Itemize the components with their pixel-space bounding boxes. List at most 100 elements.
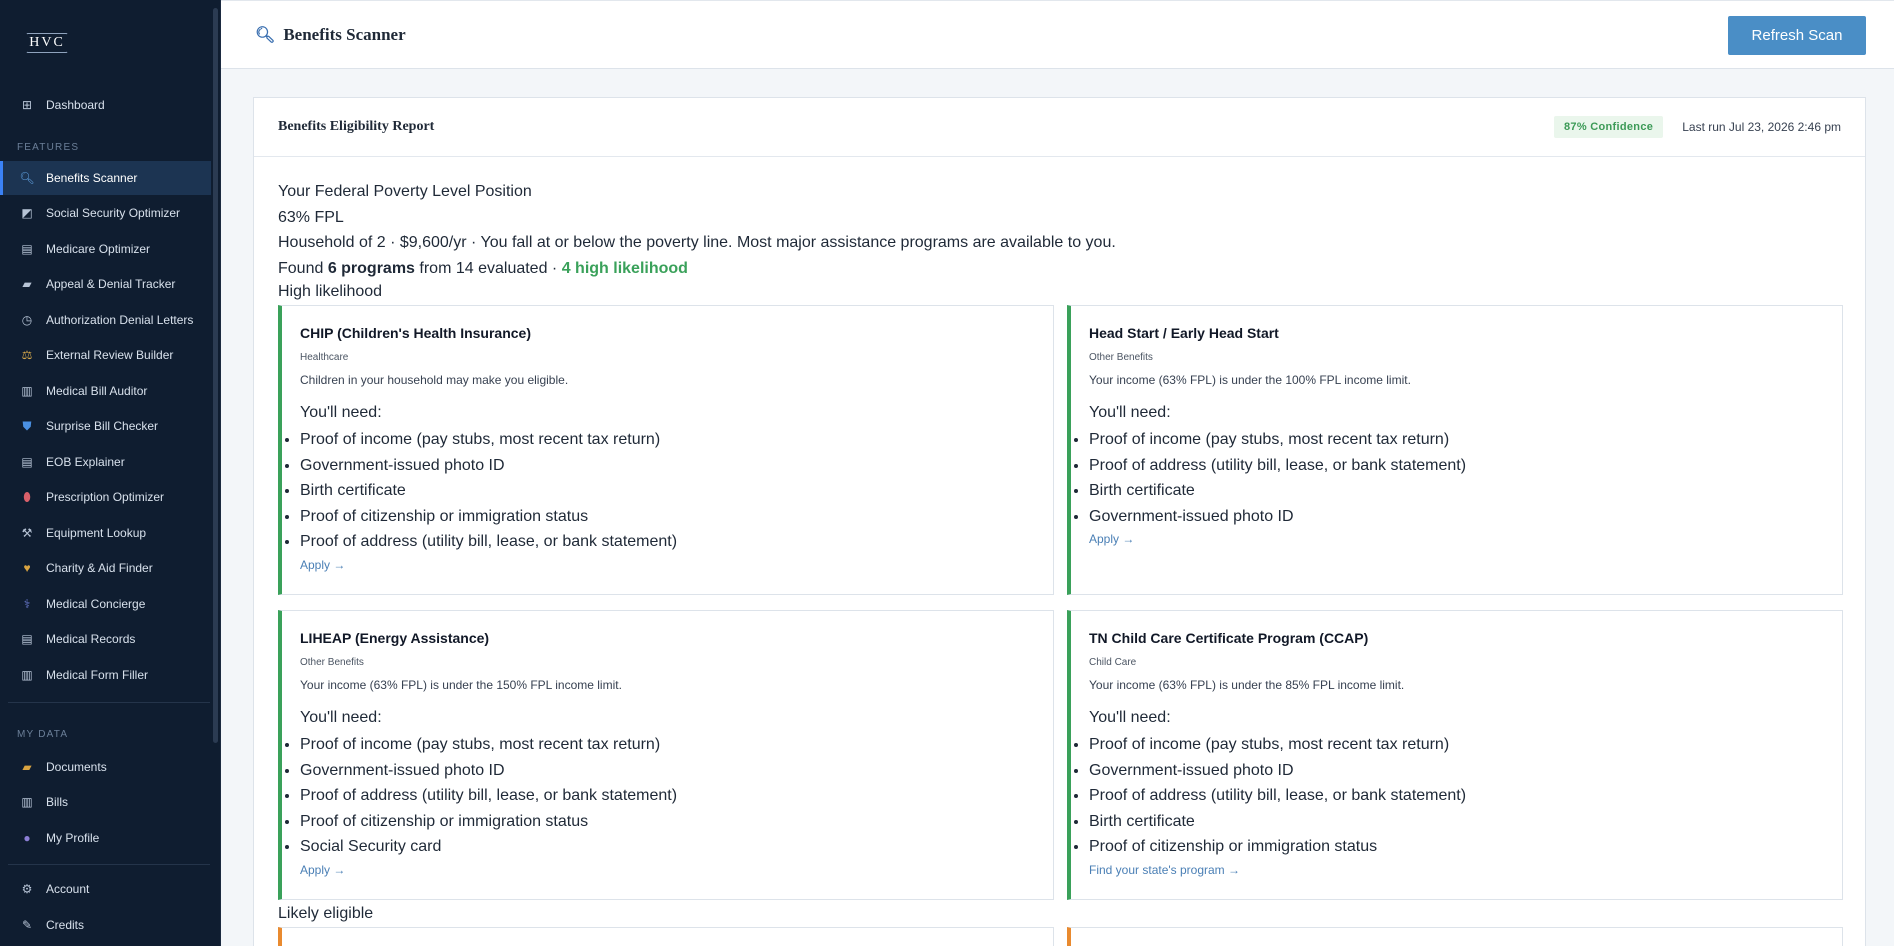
list-item: Proof of income (pay stubs, most recent … bbox=[1089, 732, 1466, 758]
requirements-label: You'll need: bbox=[300, 404, 382, 421]
sidebar-item-label: Appeal & Denial Tracker bbox=[46, 277, 176, 291]
fpl-heading: Your Federal Poverty Level Position bbox=[278, 183, 532, 200]
requirements-list: Proof of income (pay stubs, most recent … bbox=[300, 427, 677, 555]
sidebar-item-external-review-builder[interactable]: ⚖ External Review Builder bbox=[0, 338, 211, 372]
program-title: TN Child Care Certificate Program (CCAP) bbox=[1089, 630, 1369, 646]
chart-icon: ◩ bbox=[21, 206, 33, 220]
sidebar-item-eob-explainer[interactable]: ▤ EOB Explainer bbox=[0, 445, 211, 479]
sidebar-item-prescription-optimizer[interactable]: ⬮ Prescription Optimizer bbox=[0, 480, 211, 514]
program-category: Child Care bbox=[1089, 657, 1137, 668]
section-label-features: FEATURES bbox=[17, 142, 80, 153]
list-item: Proof of citizenship or immigration stat… bbox=[300, 504, 677, 530]
sidebar-divider bbox=[8, 702, 210, 703]
list-item: Government-issued photo ID bbox=[300, 758, 677, 784]
program-title: Head Start / Early Head Start bbox=[1089, 325, 1279, 341]
sidebar-item-label: External Review Builder bbox=[46, 348, 174, 362]
household-line: Household of 2 · $9,600/yr · You fall at… bbox=[278, 234, 1116, 252]
sidebar-item-label: Medicare Optimizer bbox=[46, 242, 151, 256]
bill-icon: ▥ bbox=[21, 795, 33, 809]
group-label-likely-eligible: Likely eligible bbox=[278, 905, 374, 922]
sidebar-item-appeal-denial-tracker[interactable]: ▰ Appeal & Denial Tracker bbox=[0, 267, 211, 301]
sidebar-item-label: Documents bbox=[46, 760, 107, 774]
records-icon: ▤ bbox=[21, 632, 33, 646]
apply-link[interactable]: Apply → bbox=[300, 863, 345, 877]
sidebar-item-label: Equipment Lookup bbox=[46, 526, 147, 540]
sidebar-item-medical-records[interactable]: ▤ Medical Records bbox=[0, 622, 211, 656]
logo[interactable]: HVC bbox=[26, 33, 68, 53]
fpl-value: 63% FPL bbox=[278, 208, 344, 226]
sidebar-item-account[interactable]: ⚙ Account bbox=[0, 872, 211, 906]
sidebar-item-surprise-bill-checker[interactable]: ⛊ Surprise Bill Checker bbox=[0, 409, 211, 443]
heart-icon: ♥ bbox=[23, 561, 31, 575]
requirements-label: You'll need: bbox=[300, 709, 382, 726]
tools-icon: ⚒ bbox=[21, 526, 33, 540]
sidebar-scrollbar[interactable] bbox=[213, 8, 218, 743]
found-summary: Found 6 programs from 14 evaluated · 4 h… bbox=[278, 256, 1116, 282]
sidebar-divider bbox=[8, 864, 210, 865]
sidebar-item-documents[interactable]: ▰ Documents bbox=[0, 750, 211, 784]
program-description: Your income (63% FPL) is under the 150% … bbox=[300, 678, 622, 692]
list-item: Proof of address (utility bill, lease, o… bbox=[1089, 453, 1466, 479]
find-program-link[interactable]: Find your state's program → bbox=[1089, 863, 1240, 877]
sidebar-item-credits[interactable]: ✎ Credits bbox=[0, 908, 211, 942]
sidebar-item-label: Benefits Scanner bbox=[46, 171, 138, 185]
sidebar-item-label: Authorization Denial Letters bbox=[46, 313, 194, 327]
sidebar-item-label: Surprise Bill Checker bbox=[46, 419, 159, 433]
sidebar-item-label: Medical Records bbox=[46, 632, 136, 646]
sidebar-item-dashboard[interactable]: ⊞ Dashboard bbox=[0, 88, 211, 122]
clipboard-icon: ▥ bbox=[21, 384, 33, 398]
sidebar-item-label: Account bbox=[46, 882, 90, 896]
list-item: Proof of citizenship or immigration stat… bbox=[300, 809, 677, 835]
sidebar-item-medical-concierge[interactable]: ⚕ Medical Concierge bbox=[0, 587, 211, 621]
program-category: Healthcare bbox=[300, 352, 349, 363]
sidebar-item-medical-form-filler[interactable]: ▥ Medical Form Filler bbox=[0, 658, 211, 692]
page-title: 🔍︎ Benefits Scanner bbox=[255, 25, 406, 45]
credits-icon: ✎ bbox=[21, 918, 33, 932]
program-title: CHIP (Children's Health Insurance) bbox=[300, 325, 532, 341]
sidebar-item-bills[interactable]: ▥ Bills bbox=[0, 785, 211, 819]
program-card-liheap: LIHEAP (Energy Assistance) Other Benefit… bbox=[278, 610, 1054, 900]
sidebar-item-my-profile[interactable]: ● My Profile bbox=[0, 821, 211, 855]
list-item: Birth certificate bbox=[1089, 478, 1466, 504]
magnifier-icon: 🔍︎ bbox=[19, 171, 35, 185]
program-card-tn-ccap: TN Child Care Certificate Program (CCAP)… bbox=[1067, 610, 1843, 900]
found-count: 6 programs bbox=[327, 259, 415, 277]
program-card-likely bbox=[1067, 927, 1843, 946]
document-icon: ▤ bbox=[21, 242, 33, 256]
confidence-badge: 87% Confidence bbox=[1554, 116, 1664, 138]
found-prefix: Found bbox=[278, 259, 328, 277]
refresh-scan-button[interactable]: Refresh Scan bbox=[1728, 16, 1866, 55]
sidebar-item-benefits-scanner[interactable]: 🔍︎ Benefits Scanner bbox=[0, 161, 211, 195]
sidebar-item-authorization-denial-letters[interactable]: ◷ Authorization Denial Letters bbox=[0, 303, 211, 337]
gear-icon: ⚙ bbox=[21, 882, 33, 896]
grid-icon: ⊞ bbox=[21, 98, 33, 112]
magnifier-icon: 🔍︎ bbox=[255, 27, 276, 44]
sidebar-item-social-security-optimizer[interactable]: ◩ Social Security Optimizer bbox=[0, 196, 211, 230]
list-item: Proof of income (pay stubs, most recent … bbox=[300, 732, 677, 758]
sidebar-item-equipment-lookup[interactable]: ⚒ Equipment Lookup bbox=[0, 516, 211, 550]
list-item: Government-issued photo ID bbox=[1089, 504, 1466, 530]
requirements-label: You'll need: bbox=[1089, 404, 1171, 421]
pill-icon: ⬮ bbox=[23, 489, 31, 504]
folder-icon: ▰ bbox=[22, 760, 32, 774]
sidebar-item-medicare-optimizer[interactable]: ▤ Medicare Optimizer bbox=[0, 232, 211, 266]
section-label-my-data: MY DATA bbox=[17, 729, 69, 740]
sidebar-item-medical-bill-auditor[interactable]: ▥ Medical Bill Auditor bbox=[0, 374, 211, 408]
program-title: LIHEAP (Energy Assistance) bbox=[300, 630, 490, 646]
timer-icon: ◷ bbox=[21, 313, 33, 327]
sidebar-item-label: Medical Bill Auditor bbox=[46, 384, 148, 398]
apply-link[interactable]: Apply → bbox=[1089, 532, 1134, 546]
sidebar-item-label: Charity & Aid Finder bbox=[46, 561, 153, 575]
program-description: Children in your household may make you … bbox=[300, 373, 569, 387]
sidebar-item-charity-aid-finder[interactable]: ♥ Charity & Aid Finder bbox=[0, 551, 211, 585]
program-category: Other Benefits bbox=[1089, 352, 1153, 363]
program-card-likely bbox=[278, 927, 1054, 946]
program-category: Other Benefits bbox=[300, 657, 364, 668]
list-item: Birth certificate bbox=[300, 478, 677, 504]
list-item: Birth certificate bbox=[1089, 809, 1466, 835]
program-card-head-start: Head Start / Early Head Start Other Bene… bbox=[1067, 305, 1843, 595]
requirements-list: Proof of income (pay stubs, most recent … bbox=[300, 732, 677, 860]
apply-link[interactable]: Apply → bbox=[300, 558, 345, 572]
sidebar-item-label: Dashboard bbox=[46, 98, 105, 112]
group-label-high-likelihood: High likelihood bbox=[278, 283, 383, 300]
